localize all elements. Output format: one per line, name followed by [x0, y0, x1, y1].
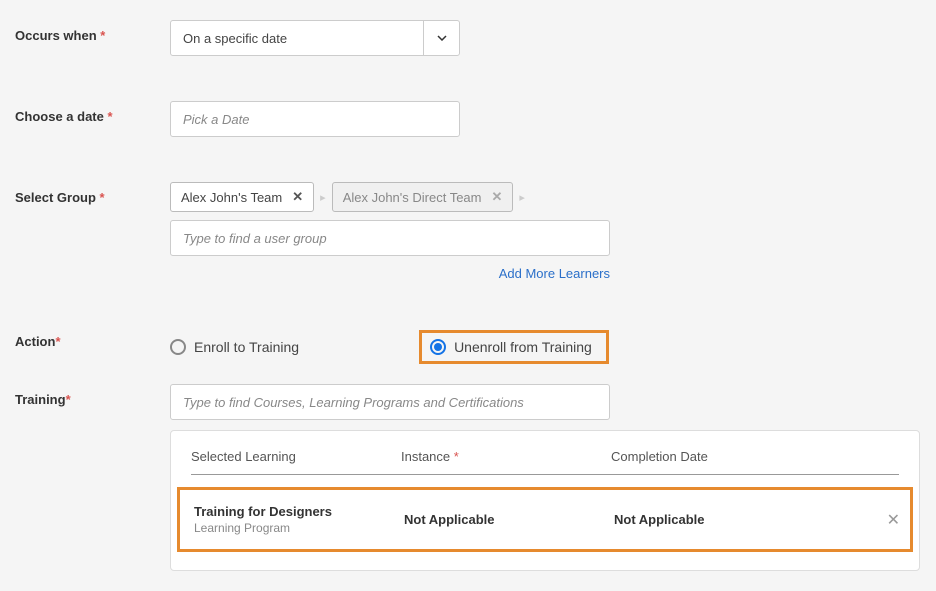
radio-unenroll[interactable]: Unenroll from Training	[430, 339, 592, 355]
radio-enroll-label: Enroll to Training	[194, 339, 299, 355]
radio-unenroll-label: Unenroll from Training	[454, 339, 592, 355]
group-tag[interactable]: Alex John's Team ✕	[170, 182, 314, 212]
training-panel: Selected Learning Instance * Completion …	[170, 430, 920, 571]
group-tag: Alex John's Direct Team ✕	[332, 182, 514, 212]
select-group-label: Select Group *	[15, 182, 170, 205]
group-tag-label: Alex John's Team	[181, 190, 282, 205]
header-instance: Instance *	[401, 449, 611, 464]
add-more-learners-link[interactable]: Add More Learners	[499, 266, 610, 281]
radio-icon	[170, 339, 186, 355]
group-tag-label: Alex John's Direct Team	[343, 190, 482, 205]
training-completion-date: Not Applicable	[614, 512, 870, 527]
header-completion-date: Completion Date	[611, 449, 869, 464]
occurs-when-select[interactable]: On a specific date	[170, 20, 460, 56]
date-input[interactable]	[170, 101, 460, 137]
radio-enroll[interactable]: Enroll to Training	[170, 339, 299, 355]
group-search-input[interactable]	[170, 220, 610, 256]
occurs-when-value: On a specific date	[171, 31, 423, 46]
close-icon[interactable]: ✕	[292, 189, 303, 205]
action-radio-group: Enroll to Training Unenroll from Trainin…	[170, 326, 921, 364]
training-title: Training for Designers	[194, 504, 404, 519]
header-selected-learning: Selected Learning	[191, 449, 401, 464]
unenroll-highlight: Unenroll from Training	[419, 330, 609, 364]
training-row-highlight: Training for Designers Learning Program …	[177, 487, 913, 552]
training-subtitle: Learning Program	[194, 521, 404, 535]
radio-icon	[430, 339, 446, 355]
choose-date-label: Choose a date *	[15, 101, 170, 124]
training-label: Training*	[15, 384, 170, 407]
close-icon: ✕	[492, 189, 503, 205]
close-icon[interactable]: ✕	[887, 512, 900, 529]
training-search-input[interactable]	[170, 384, 610, 420]
training-instance: Not Applicable	[404, 512, 614, 527]
training-table-header: Selected Learning Instance * Completion …	[191, 449, 899, 475]
action-label: Action*	[15, 326, 170, 349]
group-tags: Alex John's Team ✕ ▸ Alex John's Direct …	[170, 182, 921, 212]
chevron-right-icon: ▸	[320, 191, 326, 204]
chevron-down-icon[interactable]	[423, 21, 459, 55]
occurs-when-label: Occurs when *	[15, 20, 170, 43]
chevron-right-icon: ▸	[519, 191, 525, 204]
